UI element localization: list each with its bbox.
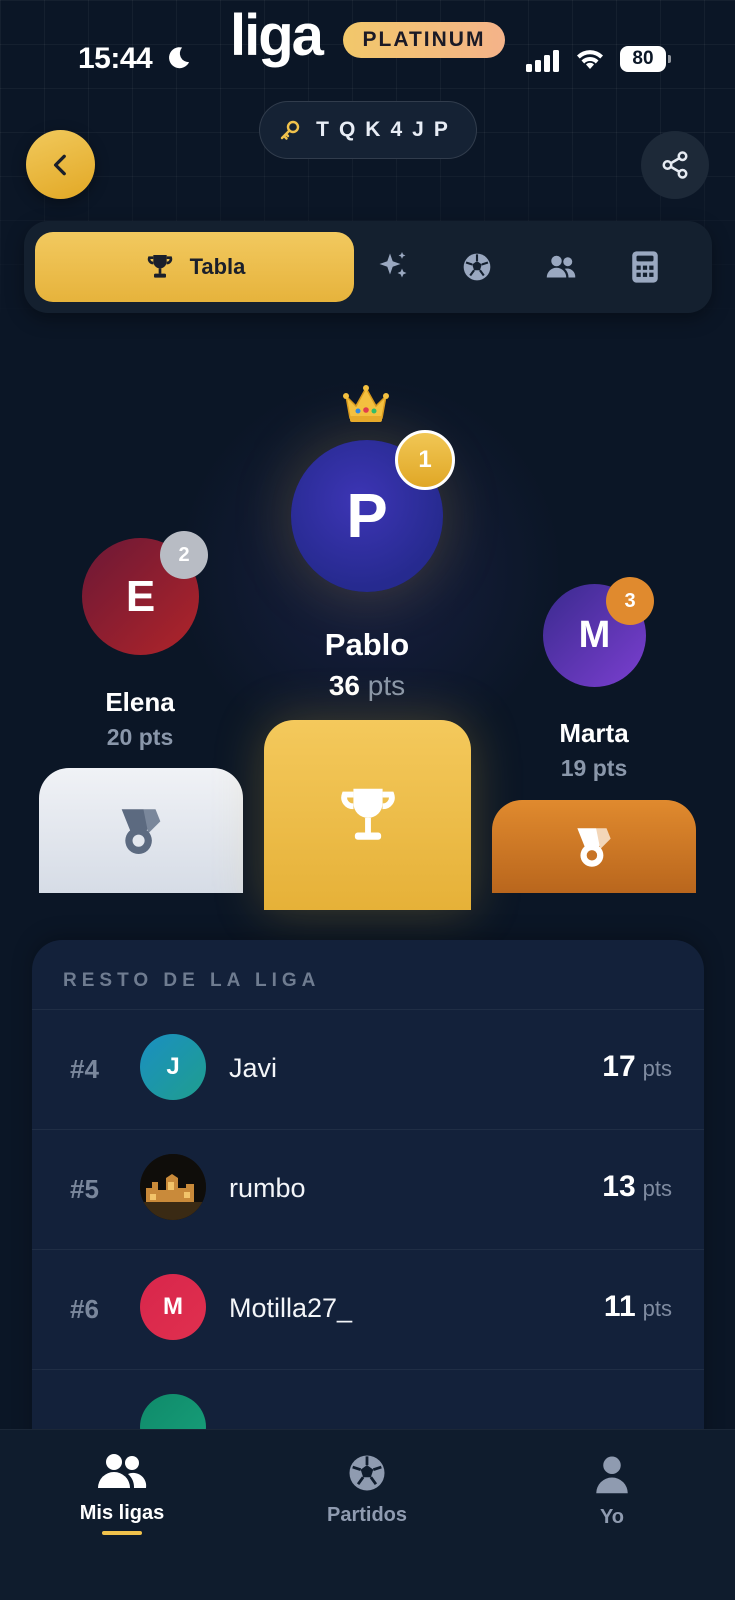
nav-mis-ligas[interactable]: Mis ligas (32, 1452, 212, 1535)
row-player-name: Javi (229, 1053, 278, 1083)
avatar: M (140, 1274, 206, 1340)
trophy-icon (340, 788, 395, 840)
table-row[interactable]: #4 J Javi 17 pts (32, 1009, 704, 1129)
third-place-points-unit: pts (592, 755, 628, 781)
tab-tabla-label: Tabla (189, 254, 246, 279)
app-title: liga (230, 3, 324, 68)
podium-block-second (39, 768, 243, 893)
table-row[interactable]: #5 rumbo 13 pts (32, 1129, 704, 1249)
rank-badge-second: 2 (160, 531, 208, 579)
tab-calculator[interactable] (623, 245, 667, 289)
sparkles-icon (379, 252, 407, 278)
trophy-icon (147, 255, 172, 278)
battery-indicator: 80 (620, 46, 671, 72)
row-rank: #4 (70, 1054, 99, 1084)
row-points-unit: pts (642, 1056, 672, 1081)
soccer-ball-icon (349, 1455, 385, 1491)
third-place-points-value: 19 (560, 755, 587, 781)
nav-yo-label: Yo (599, 1506, 625, 1528)
crown-icon (343, 385, 389, 422)
row-points: 13 pts (602, 1170, 672, 1204)
tab-matches[interactable] (455, 245, 499, 289)
nav-yo[interactable]: Yo (522, 1452, 702, 1529)
avatar-photo (140, 1154, 206, 1220)
back-button[interactable] (26, 130, 95, 199)
nav-mis-ligas-label: Mis ligas (79, 1502, 165, 1524)
wifi-icon (577, 50, 603, 69)
people-icon (98, 1454, 147, 1488)
tab-highlights[interactable] (371, 245, 415, 289)
row-points-value: 17 (602, 1050, 636, 1083)
chevron-left-icon (53, 154, 66, 175)
table-row[interactable]: #6 M Motilla27_ 11 pts (32, 1249, 704, 1369)
rank-badge-first: 1 (395, 430, 455, 490)
silver-medal-icon (121, 808, 161, 854)
tab-members[interactable] (539, 245, 583, 289)
podium-block-third (492, 800, 696, 893)
tab-tabla[interactable]: Tabla (35, 232, 354, 302)
first-place-points-unit: pts (367, 670, 406, 701)
first-place-points-value: 36 (328, 670, 360, 701)
status-time: 15:44 (78, 42, 153, 75)
first-place-points: 36 pts (267, 670, 467, 702)
nav-partidos-label: Partidos (326, 1504, 408, 1526)
signal-icon (526, 50, 559, 72)
rest-of-league-title: RESTO DE LA LIGA (63, 970, 321, 991)
third-place-name: Marta (559, 718, 629, 748)
calculator-icon (632, 251, 658, 283)
league-code-pill[interactable]: TQK4JP (259, 101, 477, 159)
second-place-points-value: 20 (106, 724, 133, 750)
second-place-points-unit: pts (138, 724, 174, 750)
share-button[interactable] (641, 131, 709, 199)
league-tabbar: Tabla (24, 221, 712, 313)
row-rank: #5 (70, 1174, 99, 1204)
bronze-medal-icon (577, 827, 611, 867)
third-place-points: 19 pts (494, 755, 694, 782)
share-icon (662, 151, 688, 179)
second-place-points: 20 pts (40, 724, 240, 751)
row-points-unit: pts (642, 1176, 672, 1201)
person-icon (596, 1456, 628, 1494)
second-place-name: Elena (105, 687, 175, 717)
row-points-unit: pts (642, 1296, 672, 1321)
key-icon (280, 120, 300, 140)
first-place-name: Pablo (324, 627, 410, 662)
rest-of-league-card: RESTO DE LA LIGA #4 J Javi 17 pts #5 rum… (32, 940, 704, 1460)
podium-block-first (264, 720, 471, 910)
avatar: J (140, 1034, 206, 1100)
row-points-value: 11 (603, 1290, 636, 1323)
tier-badge: PLATINUM (343, 22, 505, 58)
nav-partidos[interactable]: Partidos (277, 1452, 457, 1527)
nav-active-indicator (102, 1531, 142, 1535)
league-code: TQK4JP (316, 118, 458, 141)
row-points-value: 13 (602, 1170, 636, 1203)
row-points: 11 pts (604, 1290, 672, 1324)
bottom-navigation: Mis ligas Partidos Yo (0, 1429, 735, 1600)
row-player-name: Motilla27_ (229, 1293, 353, 1323)
row-player-name: rumbo (229, 1173, 306, 1203)
row-points: 17 pts (602, 1050, 672, 1084)
people-icon (546, 255, 576, 278)
moon-icon (169, 47, 190, 69)
row-rank: #6 (70, 1294, 99, 1324)
night-castle-photo (140, 1154, 206, 1220)
soccer-ball-icon (463, 253, 491, 281)
rank-badge-third: 3 (606, 577, 654, 625)
